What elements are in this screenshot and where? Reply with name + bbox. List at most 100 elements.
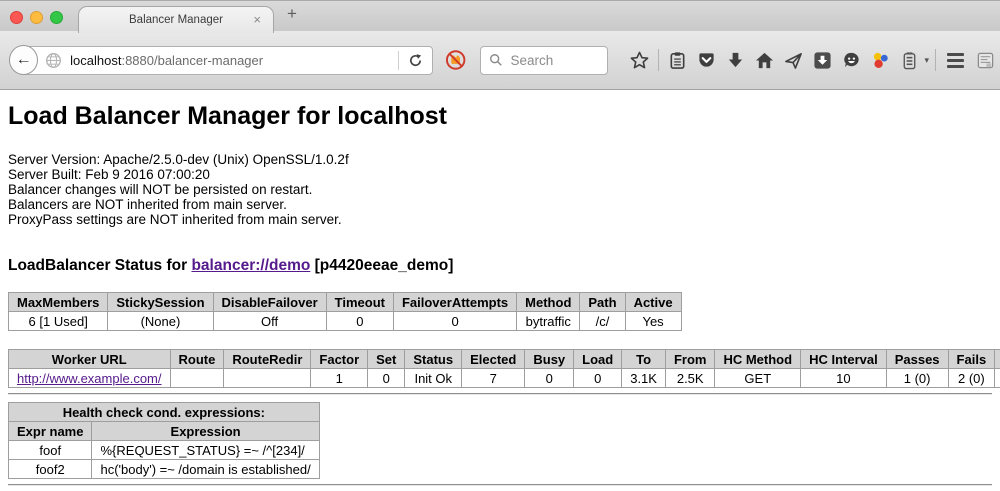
chat-smiley-icon[interactable] — [842, 51, 861, 70]
column-header: Active — [625, 293, 681, 312]
server-version-line: Server Version: Apache/2.5.0-dev (Unix) … — [8, 152, 992, 167]
search-input[interactable] — [509, 52, 604, 69]
cell-fails: 2 (0) — [948, 369, 995, 388]
inherit-notice-line: Balancers are NOT inherited from main se… — [8, 197, 992, 212]
cell-method: bytraffic — [517, 312, 580, 331]
cell-stickysession: (None) — [108, 312, 213, 331]
cell-path: /c/ — [580, 312, 625, 331]
table-row: http://www.example.com/ 1 0 Init Ok 7 0 … — [9, 369, 1000, 388]
send-plane-icon[interactable] — [784, 51, 803, 70]
url-bar[interactable]: localhost:8880/balancer-manager — [22, 46, 433, 75]
balancer-heading-suffix: [p4420eeae_demo] — [310, 257, 453, 274]
column-header: Route — [170, 350, 224, 369]
table-row: foof %{REQUEST_STATUS} =~ /^[234]/ — [9, 441, 320, 460]
window-maximize-button[interactable] — [50, 11, 63, 24]
table-row: foof2 hc('body') =~ /domain is establish… — [9, 460, 320, 479]
balancer-status-table: MaxMembers StickySession DisableFailover… — [8, 292, 682, 331]
cell-set: 0 — [368, 369, 405, 388]
home-icon[interactable] — [755, 51, 774, 70]
reload-button[interactable] — [408, 53, 423, 68]
cell-active: Yes — [625, 312, 681, 331]
pocket-icon[interactable] — [697, 51, 716, 70]
page-grid-icon[interactable] — [976, 51, 995, 70]
new-tab-button[interactable]: + — [287, 4, 297, 24]
column-header: FailoverAttempts — [393, 293, 516, 312]
worker-url-link[interactable]: http://www.example.com/ — [17, 371, 162, 386]
url-input[interactable]: localhost:8880/balancer-manager — [70, 53, 263, 68]
column-header: Method — [517, 293, 580, 312]
column-header: Busy — [525, 350, 574, 369]
url-path: :8880/balancer-manager — [121, 53, 263, 68]
cell-expression: %{REQUEST_STATUS} =~ /^[234]/ — [92, 441, 319, 460]
plugin-blocked-icon[interactable] — [445, 49, 466, 71]
downloads-icon[interactable] — [726, 51, 745, 70]
column-header: Passes — [886, 350, 948, 369]
cell-hc-uri — [995, 369, 1000, 388]
cell-worker-url: http://www.example.com/ — [9, 369, 171, 388]
column-header: Elected — [462, 350, 525, 369]
cell-status: Init Ok — [405, 369, 462, 388]
server-built-line: Server Built: Feb 9 2016 07:00:20 — [8, 167, 992, 182]
urlbar-divider — [398, 51, 399, 70]
cell-load: 0 — [574, 369, 622, 388]
column-header: StickySession — [108, 293, 213, 312]
cell-from: 2.5K — [665, 369, 715, 388]
column-header: To — [622, 350, 666, 369]
browser-window: Balancer Manager × + ← localhost:8880/ba… — [0, 0, 1000, 90]
globe-icon — [45, 52, 62, 69]
cell-expression: hc('body') =~ /domain is established/ — [92, 460, 319, 479]
balancer-link[interactable]: balancer://demo — [191, 257, 310, 274]
section-divider — [8, 393, 992, 395]
chevron-down-icon[interactable]: ▾ — [924, 55, 929, 66]
table-row: 6 [1 Used] (None) Off 0 0 bytraffic /c/ … — [9, 312, 682, 331]
cell-maxmembers: 6 [1 Used] — [9, 312, 108, 331]
column-header: Set — [368, 350, 405, 369]
cell-to: 3.1K — [622, 369, 666, 388]
worker-status-table: Worker URL Route RouteRedir Factor Set S… — [8, 349, 1000, 388]
health-table-title: Health check cond. expressions: — [9, 403, 320, 422]
table-header-row: Worker URL Route RouteRedir Factor Set S… — [9, 350, 1000, 369]
page-content: Load Balancer Manager for localhost Serv… — [0, 102, 1000, 486]
column-header: Fails — [948, 350, 995, 369]
proxypass-notice-line: ProxyPass settings are NOT inherited fro… — [8, 212, 992, 227]
server-info: Server Version: Apache/2.5.0-dev (Unix) … — [8, 152, 992, 227]
cell-passes: 1 (0) — [886, 369, 948, 388]
column-header: Worker URL — [9, 350, 171, 369]
cell-expr-name: foof2 — [9, 460, 92, 479]
colored-dots-icon[interactable] — [871, 51, 890, 70]
bookmark-star-icon[interactable] — [630, 51, 649, 70]
tab-close-icon[interactable]: × — [253, 12, 261, 27]
back-button[interactable]: ← — [9, 45, 38, 75]
column-header: HC Interval — [801, 350, 887, 369]
persist-notice-line: Balancer changes will NOT be persisted o… — [8, 182, 992, 197]
url-domain: localhost — [70, 53, 121, 68]
cell-route — [170, 369, 224, 388]
tab-title: Balancer Manager — [129, 14, 223, 26]
balancer-heading-prefix: LoadBalancer Status for — [8, 257, 191, 274]
window-minimize-button[interactable] — [30, 11, 43, 24]
column-header: DisableFailover — [213, 293, 326, 312]
cell-factor: 1 — [311, 369, 368, 388]
extension-download-icon[interactable] — [813, 51, 832, 70]
cell-hc-method: GET — [715, 369, 801, 388]
window-close-button[interactable] — [10, 11, 23, 24]
cell-busy: 0 — [525, 369, 574, 388]
browser-tab[interactable]: Balancer Manager × — [78, 6, 274, 33]
page-title: Load Balancer Manager for localhost — [8, 102, 992, 131]
toolbar-icons: ▾ — [625, 49, 1000, 71]
column-header: HC uri — [995, 350, 1000, 369]
cell-elected: 7 — [462, 369, 525, 388]
menu-hamburger-icon[interactable] — [947, 53, 964, 68]
navigation-toolbar: ← localhost:8880/balancer-manager — [0, 31, 1000, 90]
column-header: Expr name — [9, 422, 92, 441]
balancer-heading: LoadBalancer Status for balancer://demo … — [8, 257, 992, 275]
search-bar[interactable] — [480, 46, 609, 75]
window-controls — [10, 11, 63, 24]
column-header: Factor — [311, 350, 368, 369]
battery-list-icon[interactable] — [900, 51, 919, 70]
clipboard-icon[interactable] — [668, 51, 687, 70]
cell-hc-interval: 10 — [801, 369, 887, 388]
column-header: HC Method — [715, 350, 801, 369]
cell-routeredir — [224, 369, 311, 388]
column-header: Expression — [92, 422, 319, 441]
